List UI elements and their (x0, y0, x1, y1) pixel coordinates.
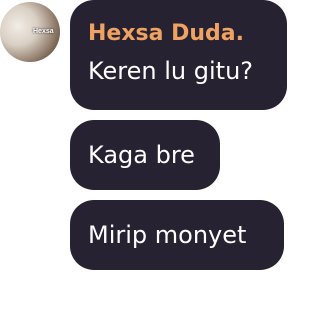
message-text: Keren lu gitu? (88, 57, 254, 85)
message-bubble[interactable]: Mirip monyet (70, 200, 284, 270)
message-bubble[interactable]: Kaga bre (70, 120, 220, 190)
message-text: Kaga bre (88, 141, 195, 169)
message-text: Mirip monyet (88, 221, 247, 249)
message-bubble[interactable]: Hexsa Duda. Keren lu gitu? (70, 0, 287, 110)
sender-avatar[interactable]: Hexsa (0, 2, 60, 62)
sender-name[interactable]: Hexsa Duda. (88, 20, 287, 48)
avatar-badge-text: Hexsa (33, 28, 54, 35)
